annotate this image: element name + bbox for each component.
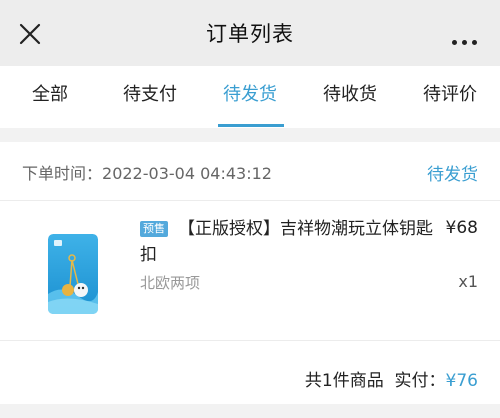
order-time-label: 下单时间：: [22, 164, 103, 183]
page-title: 订单列表: [206, 22, 294, 46]
product-price: ¥68: [445, 218, 478, 238]
order-time: 下单时间：2022-03-04 04:43:12: [22, 160, 272, 184]
more-icon[interactable]: [452, 30, 482, 45]
active-tab-indicator: [218, 124, 284, 127]
top-bar: 订单列表: [0, 0, 500, 66]
divider: [0, 200, 500, 201]
paid-label: 实付：: [394, 371, 446, 391]
presale-badge: 预售: [140, 221, 168, 237]
product-name[interactable]: 【正版授权】吉祥物潮玩立体钥匙扣: [140, 216, 440, 268]
tab-all[interactable]: 全部: [0, 66, 100, 128]
tab-pending-review[interactable]: 待评价: [400, 66, 500, 128]
order-card[interactable]: 下单时间：2022-03-04 04:43:12 待发货 【正版授权】吉祥物潮玩…: [0, 142, 500, 404]
order-summary: 共1件商品 实付：¥76: [305, 366, 478, 391]
product-image[interactable]: [48, 234, 98, 314]
item-count: 共1件商品: [304, 371, 384, 391]
product-variant: 北欧两项: [140, 274, 201, 292]
tab-pending-shipment[interactable]: 待发货: [200, 66, 300, 128]
product-name-text: 【正版授权】吉祥物潮玩立体钥匙扣: [140, 219, 433, 265]
order-status: 待发货: [427, 165, 478, 185]
tab-pending-receipt[interactable]: 待收货: [300, 66, 400, 128]
product-quantity: x1: [458, 272, 478, 291]
order-tabs: 全部 待支付 待发货 待收货 待评价: [0, 66, 500, 128]
paid-amount: ¥76: [445, 371, 478, 391]
divider: [0, 340, 500, 341]
order-time-value: 2022-03-04 04:43:12: [102, 164, 272, 183]
tab-pending-payment[interactable]: 待支付: [100, 66, 200, 128]
